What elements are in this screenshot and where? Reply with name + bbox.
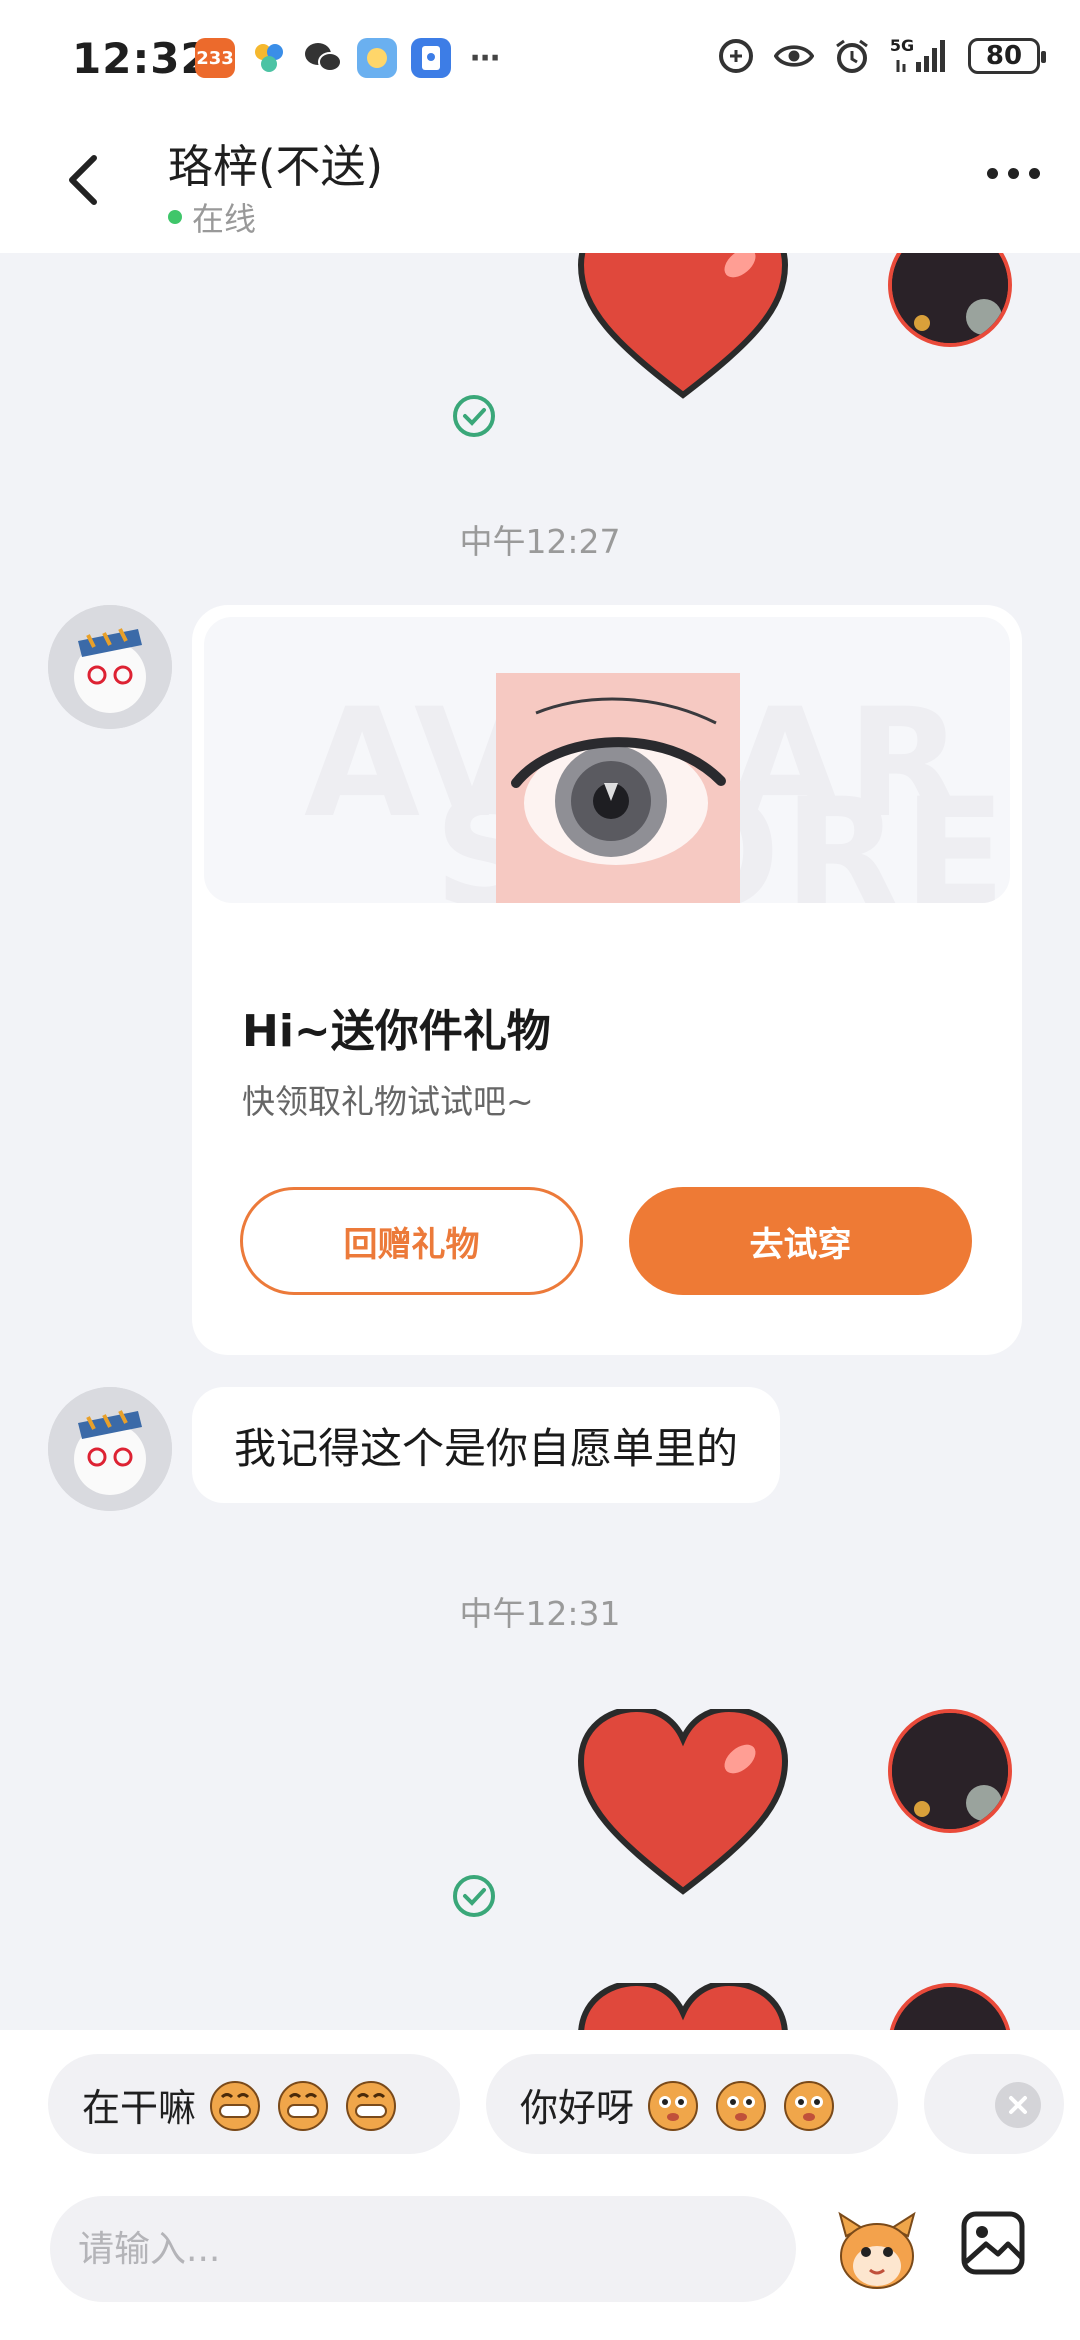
text-message-bubble[interactable]: 我记得这个是你自愿单里的 xyxy=(192,1387,781,1503)
wallet-app-icon xyxy=(411,38,451,78)
heart-sticker[interactable] xyxy=(575,1983,791,2030)
chevron-left-icon xyxy=(69,155,97,205)
gift-subtitle: 快领取礼物试试吧~ xyxy=(242,1082,534,1121)
app-233-icon: 233 xyxy=(195,38,235,78)
close-icon xyxy=(1009,2096,1027,2114)
wave-emoji-icon xyxy=(784,2081,835,2131)
more-options-button[interactable] xyxy=(987,168,1040,179)
composer-area: 在干嘛 你好呀 xyxy=(0,2030,1080,2340)
status-bar: 12:32 233 ⋯ 5G 80 xyxy=(0,0,1080,118)
online-dot-icon xyxy=(168,210,182,224)
more-dot-icon xyxy=(1029,168,1040,179)
wave-emoji-icon xyxy=(716,2081,767,2131)
quick-reply-chip[interactable] xyxy=(924,2054,1064,2154)
app-233-label: 233 xyxy=(196,47,234,69)
grin-emoji-icon xyxy=(346,2081,397,2131)
more-dot-icon xyxy=(1008,168,1019,179)
quick-reply-label: 你好呀 xyxy=(520,2085,635,2130)
quick-reply-chip[interactable]: 你好呀 xyxy=(486,2054,898,2154)
back-button[interactable] xyxy=(56,150,116,210)
chat-header: 珞梓(不送) 在线 xyxy=(0,118,1080,253)
more-dot-icon xyxy=(987,168,998,179)
weather-icon xyxy=(357,38,397,78)
contact-name: 珞梓(不送) xyxy=(168,140,384,193)
message-text: 我记得这个是你自愿单里的 xyxy=(234,1423,739,1473)
alarm-icon xyxy=(832,36,872,76)
heart-sticker[interactable] xyxy=(575,1709,791,1899)
online-status-label: 在线 xyxy=(192,200,257,238)
friend-avatar[interactable] xyxy=(48,605,172,729)
my-avatar[interactable] xyxy=(888,1983,1012,2030)
battery-level: 80 xyxy=(985,41,1023,71)
gift-card[interactable]: AVATAR STORE Hi~送你件礼物 快领取礼物试试 xyxy=(192,605,1022,1355)
wave-emoji-icon xyxy=(648,2081,699,2131)
read-check-icon xyxy=(453,1875,495,1917)
close-quick-replies-button[interactable] xyxy=(995,2082,1041,2128)
timestamp: 中午12:31 xyxy=(459,1594,621,1633)
status-time: 12:32 xyxy=(72,34,211,83)
chat-screen: 12:32 233 ⋯ 5G 80 珞梓(不送) 在线 中午12:27 Hi~送… xyxy=(0,0,1080,2340)
return-gift-button[interactable]: 回赠礼物 xyxy=(240,1187,583,1295)
timestamp: 中午12:27 xyxy=(459,522,621,561)
message-list[interactable]: 中午12:27 AVATAR STORE xyxy=(0,253,1080,2030)
online-status: 在线 xyxy=(168,194,256,240)
read-check-icon xyxy=(453,395,495,437)
eye-makeup-image xyxy=(496,673,740,903)
signal-icon: 5G xyxy=(890,36,950,76)
heart-sticker[interactable] xyxy=(575,253,791,403)
speed-icon xyxy=(716,36,756,76)
network-type: 5G xyxy=(889,35,915,55)
quick-reply-chip[interactable]: 在干嘛 xyxy=(48,2054,460,2154)
wechat-icon xyxy=(303,38,343,78)
emoji-panel-icon[interactable] xyxy=(832,2206,922,2296)
message-input[interactable] xyxy=(50,2196,796,2302)
try-on-button[interactable]: 去试穿 xyxy=(629,1187,972,1295)
grin-emoji-icon xyxy=(278,2081,329,2131)
pinwheel-icon xyxy=(249,38,289,78)
system-icons: 5G 80 xyxy=(716,36,1046,76)
notification-icons: 233 ⋯ xyxy=(195,38,505,78)
image-picker-icon[interactable] xyxy=(958,2208,1028,2278)
gift-title: Hi~送你件礼物 xyxy=(242,1006,551,1057)
gift-image[interactable]: AVATAR STORE xyxy=(204,617,1010,903)
my-avatar[interactable] xyxy=(888,1709,1012,1833)
more-notifications-icon: ⋯ xyxy=(470,40,500,76)
friend-avatar[interactable] xyxy=(48,1387,172,1511)
my-avatar[interactable] xyxy=(888,253,1012,347)
battery-indicator: 80 xyxy=(968,38,1046,74)
quick-reply-label: 在干嘛 xyxy=(82,2085,197,2130)
eye-icon xyxy=(774,36,814,76)
grin-emoji-icon xyxy=(210,2081,261,2131)
